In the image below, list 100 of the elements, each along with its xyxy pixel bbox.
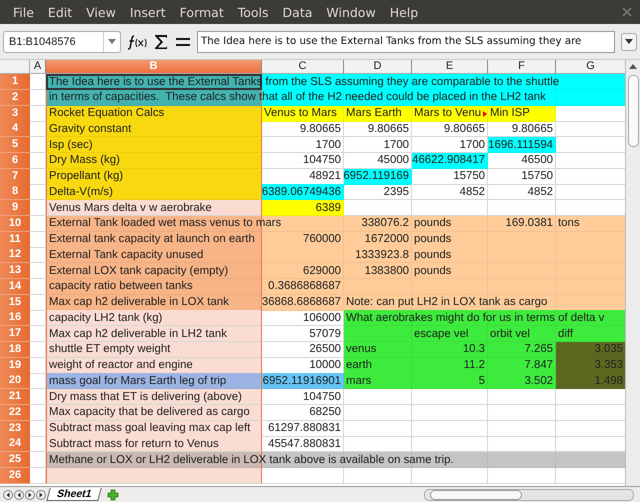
row-header[interactable]: 2 — [0, 90, 30, 106]
cell-text: 9.80665 — [368, 122, 409, 136]
row-header[interactable]: 10 — [0, 216, 30, 232]
row-header[interactable]: 26 — [0, 468, 30, 484]
cell-text: pounds — [414, 248, 452, 262]
column-header[interactable]: G — [556, 60, 626, 74]
cell-text: External Tank capacity unused — [49, 248, 204, 262]
row-header[interactable]: 20 — [0, 373, 30, 390]
row-header[interactable]: 18 — [0, 342, 30, 358]
formula-icon[interactable] — [175, 36, 191, 48]
row-header[interactable]: 17 — [0, 326, 30, 342]
formula-input[interactable]: The Idea here is to use the External Tanks from the SLS assuming they are — [197, 30, 615, 52]
expand-formula-button[interactable] — [621, 32, 637, 50]
row-header[interactable]: 3 — [0, 106, 30, 122]
cell-text: Gravity constant — [49, 122, 132, 136]
cell-text: 46622.908417 — [412, 153, 485, 168]
scrollbar-thumb[interactable] — [628, 75, 638, 147]
menu-item[interactable]: Insert — [122, 4, 173, 20]
menu-item[interactable]: View — [79, 4, 123, 20]
menu-item[interactable]: Tools — [230, 4, 276, 20]
cell-text: 169.0381 — [505, 216, 553, 230]
sheet-nav-button[interactable] — [25, 490, 35, 500]
cell-text: Dry Mass (kg) — [49, 153, 120, 168]
cell-text: 6389.06749436 — [262, 184, 341, 199]
table-cell — [488, 389, 556, 405]
row-header[interactable]: 16 — [0, 310, 30, 326]
column-header[interactable]: D — [344, 60, 412, 74]
cell-text: 0.3686868687 — [268, 279, 341, 294]
row-header[interactable]: 24 — [0, 436, 30, 452]
row-header[interactable]: 5 — [0, 137, 30, 153]
vertical-scrollbar[interactable] — [625, 60, 640, 486]
cell-text: 1700 — [460, 138, 485, 152]
menu-item[interactable]: Format — [172, 4, 231, 20]
cell-text: 629000 — [302, 264, 341, 278]
menu-item[interactable]: Edit — [40, 4, 80, 20]
cell-text: 5 — [478, 374, 485, 388]
row-header[interactable]: 6 — [0, 152, 30, 169]
cell-text: 7.265 — [524, 342, 553, 356]
row-header[interactable]: 22 — [0, 404, 30, 421]
menu-item[interactable]: Data — [276, 4, 320, 20]
horizontal-scrollbar[interactable] — [424, 488, 634, 500]
cell-text: Max capacity that be delivered as cargo — [49, 405, 250, 420]
column-header[interactable]: B — [46, 60, 262, 74]
row-header[interactable]: 19 — [0, 358, 30, 374]
scroll-up-icon[interactable] — [629, 64, 637, 69]
cell-text: 68250 — [309, 405, 341, 420]
row-header[interactable]: 1 — [0, 74, 30, 90]
row-header[interactable]: 21 — [0, 389, 30, 405]
cell-text: 6952.11916901 — [262, 374, 341, 388]
sheet-nav-button[interactable] — [36, 490, 46, 500]
sheet-tab[interactable]: Sheet1 — [46, 488, 102, 501]
cell-text: mars — [346, 374, 372, 388]
cell-text: What aerobrakes might do for us in terms of delta v — [346, 310, 604, 325]
row-header[interactable]: 9 — [0, 200, 30, 216]
table-cell — [344, 468, 412, 484]
column-header[interactable]: F — [488, 60, 556, 74]
cell-text: 6389 — [316, 200, 341, 214]
cell-text: Mars to Venu — [414, 106, 482, 120]
column-header[interactable]: A — [30, 60, 46, 74]
cell-text: capacity ratio between tanks — [49, 279, 193, 294]
row-header[interactable]: 12 — [0, 247, 30, 264]
cell-text: pounds — [414, 264, 452, 278]
row-header[interactable]: 25 — [0, 452, 30, 468]
column-header[interactable]: C — [262, 60, 344, 74]
cell-text: 104750 — [302, 390, 341, 404]
add-sheet-icon[interactable] — [106, 488, 120, 500]
row-header[interactable]: 14 — [0, 278, 30, 295]
cell-text: 3.502 — [524, 374, 553, 388]
row-header[interactable]: 11 — [0, 232, 30, 248]
cell-text: 45547.880831 — [268, 436, 341, 451]
cell-text: Venus Mars delta v w aerobrake — [49, 200, 212, 214]
menu-item[interactable]: Help — [382, 4, 426, 20]
cell-text: earth — [346, 358, 372, 372]
cell-text: 1.498 — [594, 374, 623, 388]
row-header[interactable]: 8 — [0, 184, 30, 200]
close-icon[interactable] — [622, 7, 632, 17]
sum-icon[interactable] — [153, 34, 169, 50]
cell-text: 1383800 — [364, 264, 409, 278]
name-box[interactable]: B1:B1048576 — [3, 30, 121, 52]
row-header[interactable]: 15 — [0, 294, 30, 310]
cell-text: 338076.2 — [361, 216, 409, 230]
function-wizard-icon[interactable] — [127, 34, 147, 50]
cell-text: 15750 — [453, 169, 485, 183]
cell-text: 3.353 — [594, 358, 623, 372]
menu-item[interactable]: Window — [319, 4, 383, 20]
cell-text: Dry mass that ET is delivering (above) — [49, 390, 242, 404]
cell-text: Propellant (kg) — [49, 169, 124, 183]
menu-item[interactable]: File — [6, 4, 41, 20]
cell-text: Venus to Mars — [264, 106, 337, 120]
cell-text: Max cap h2 deliverable in LOX tank — [49, 295, 229, 309]
sheet-nav-button[interactable] — [3, 490, 13, 500]
row-header[interactable]: 23 — [0, 420, 30, 436]
cell-text: 9.80665 — [300, 122, 341, 136]
row-header[interactable]: 7 — [0, 168, 30, 184]
column-header[interactable]: E — [412, 60, 488, 74]
cell-text: tons — [558, 216, 580, 230]
row-header[interactable]: 13 — [0, 263, 30, 279]
row-header[interactable]: 4 — [0, 121, 30, 138]
sheet-nav-button[interactable] — [14, 490, 24, 500]
table-cell — [488, 404, 556, 421]
